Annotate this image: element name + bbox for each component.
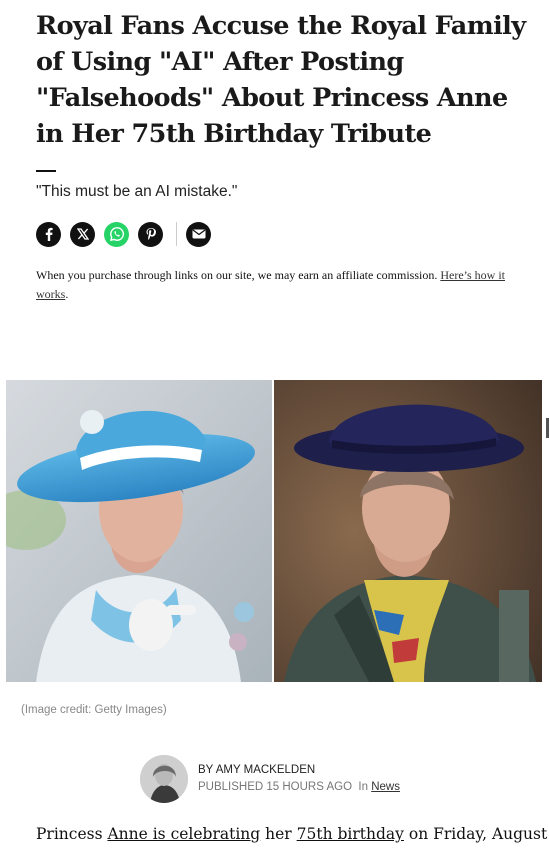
headline-divider xyxy=(36,170,56,172)
facebook-icon xyxy=(45,227,53,241)
published-label: PUBLISHED xyxy=(198,781,264,793)
published-time: 15 HOURS AGO xyxy=(266,781,353,793)
affiliate-end: . xyxy=(65,287,69,301)
byline: BY AMY MACKELDEN PUBLISHED 15 HOURS AGO … xyxy=(140,755,400,803)
publish-info: PUBLISHED 15 HOURS AGO In News xyxy=(198,779,400,796)
category-link[interactable]: News xyxy=(371,781,400,793)
article-page: Royal Fans Accuse the Royal Family of Us… xyxy=(0,0,549,854)
email-share-button[interactable] xyxy=(186,221,211,247)
author-avatar[interactable] xyxy=(140,755,188,803)
affiliate-disclaimer: When you purchase through links on our s… xyxy=(36,266,512,304)
share-divider xyxy=(176,222,177,246)
body-link-birthday[interactable]: 75th birthday xyxy=(297,825,404,843)
body-text-3: on Friday, August xyxy=(403,825,548,843)
article-subheadline: "This must be an AI mistake." xyxy=(36,183,238,200)
whatsapp-share-button[interactable] xyxy=(104,221,129,247)
share-bar xyxy=(36,221,220,247)
hero-photo-right xyxy=(274,380,542,682)
affiliate-text: When you purchase through links on our s… xyxy=(36,268,438,282)
pinterest-icon xyxy=(146,228,156,240)
image-credit: (Image credit: Getty Images) xyxy=(21,704,167,716)
byline-text: BY AMY MACKELDEN PUBLISHED 15 HOURS AGO … xyxy=(198,762,400,796)
category-label: In xyxy=(358,781,369,793)
author-line: BY AMY MACKELDEN xyxy=(198,762,400,779)
author-name[interactable]: AMY MACKELDEN xyxy=(216,764,315,776)
x-share-button[interactable] xyxy=(70,221,95,247)
email-icon xyxy=(192,229,205,239)
body-text-1: Princess xyxy=(36,825,108,843)
article-body-first-line: Princess Anne is celebrating her 75th bi… xyxy=(36,825,547,843)
hero-photo-left xyxy=(6,380,272,682)
x-icon xyxy=(76,228,89,240)
body-link-anne[interactable]: Anne is celebrating xyxy=(107,825,260,843)
by-label: BY xyxy=(198,764,214,776)
pinterest-share-button[interactable] xyxy=(138,221,163,247)
body-text-2: her xyxy=(260,825,297,843)
facebook-share-button[interactable] xyxy=(36,221,61,247)
whatsapp-icon xyxy=(109,227,124,242)
hero-image xyxy=(6,380,542,682)
article-headline: Royal Fans Accuse the Royal Family of Us… xyxy=(36,11,526,149)
